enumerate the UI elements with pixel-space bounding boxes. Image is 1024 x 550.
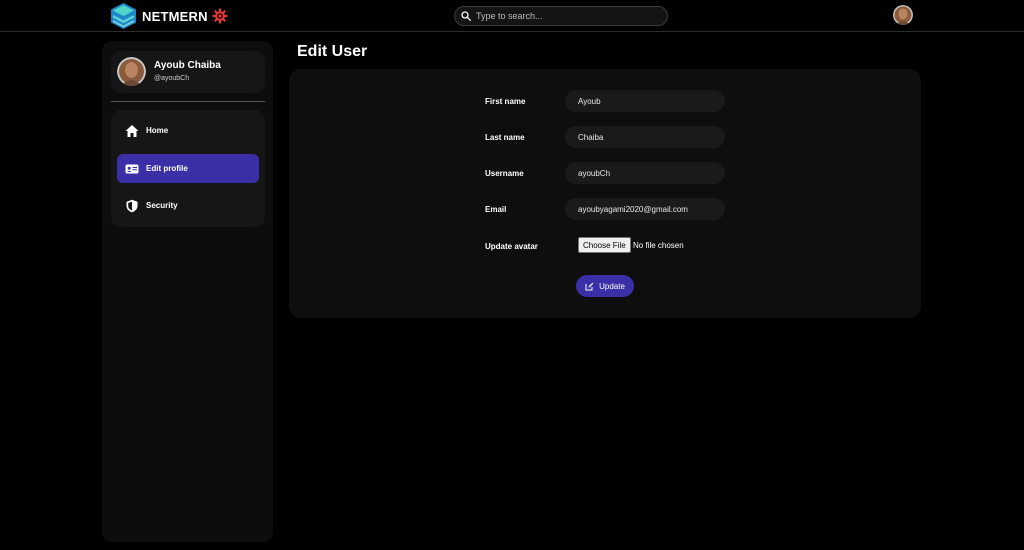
gear-icon[interactable] [212,8,228,24]
last-name-label: Last name [485,133,525,142]
top-bar: NETMERN [0,0,1024,32]
update-button[interactable]: Update [576,275,634,297]
shield-icon [126,199,138,212]
netmern-logo-icon [111,3,136,29]
brand[interactable]: NETMERN [111,3,208,29]
search-input[interactable] [476,11,661,21]
first-name-input[interactable] [565,90,725,112]
search-bar[interactable] [454,6,668,26]
sidebar-menu: Home Edit profile Security [111,110,265,227]
sidebar-item-home[interactable]: Home [117,116,259,145]
sidebar-item-edit-profile[interactable]: Edit profile [117,154,259,183]
edit-user-form: First name Last name Username Email Upda… [289,69,921,318]
divider [111,101,265,102]
update-button-label: Update [599,281,625,291]
user-avatar[interactable] [893,5,913,25]
page-title: Edit User [297,43,368,60]
sidebar-item-label: Home [146,126,169,135]
file-status: No file chosen [633,241,684,250]
edit-icon [585,282,594,290]
home-icon [125,124,139,137]
profile-card[interactable]: Ayoub Chaiba @ayoubCh [111,51,265,93]
sidebar-item-label: Edit profile [146,164,188,173]
id-card-icon [125,164,139,173]
sidebar-item-label: Security [146,201,178,210]
sidebar: Ayoub Chaiba @ayoubCh Home Edit profile [102,41,273,542]
brand-name: NETMERN [142,8,208,24]
last-name-input[interactable] [565,126,725,148]
sidebar-item-security[interactable]: Security [117,191,259,220]
email-input[interactable] [565,198,725,220]
choose-file-button[interactable]: Choose File [578,237,631,253]
profile-name: Ayoub Chaiba [154,60,221,71]
email-label: Email [485,205,507,214]
first-name-label: First name [485,97,526,106]
avatar-label: Update avatar [485,242,538,251]
profile-handle: @ayoubCh [154,75,190,82]
username-label: Username [485,169,524,178]
search-icon [461,11,471,21]
username-input[interactable] [565,162,725,184]
avatar [117,57,146,86]
